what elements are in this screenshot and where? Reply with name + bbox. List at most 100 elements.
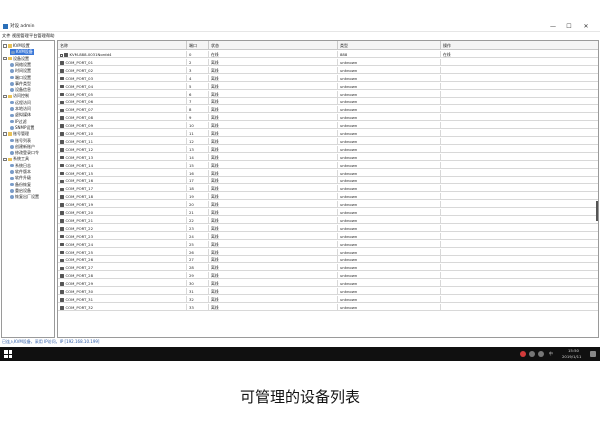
- table-row[interactable]: COM_PORT_10 11 离线 unknown: [58, 130, 598, 137]
- cell-text: unknown: [340, 99, 358, 105]
- table-row[interactable]: COM_PORT_16 17 离线 unknown: [58, 177, 598, 185]
- table-row[interactable]: COM_PORT_02 3 离线 unknown: [58, 66, 598, 74]
- table-row[interactable]: COM_PORT_31 32 离线 unknown: [58, 295, 598, 303]
- cell-text: unknown: [340, 217, 358, 223]
- tree-item[interactable]: 系统日志: [10, 163, 31, 169]
- cell-status: 离线: [209, 122, 338, 130]
- cell-name: COM_PORT_22: [58, 224, 187, 232]
- column-header-type[interactable]: 类型: [338, 41, 441, 50]
- tree-item[interactable]: IP过滤: [10, 119, 27, 125]
- cell-text: 6: [189, 91, 192, 97]
- device-table: 名称 端口 状态 类型 操作 KVM-888-0031Nordd4 0 在线 888 在…: [57, 40, 599, 338]
- tree-item[interactable]: 访问控制: [8, 93, 29, 99]
- cell-type: unknown: [338, 130, 441, 137]
- tree-expander-icon[interactable]: [3, 44, 7, 48]
- vertical-scrollbar[interactable]: [596, 201, 598, 221]
- table-row[interactable]: COM_PORT_03 4 离线 unknown: [58, 74, 598, 82]
- tree-expander-icon[interactable]: [3, 132, 7, 136]
- tree-item[interactable]: SNMP设置: [10, 125, 34, 131]
- tray-alert-icon[interactable]: [520, 351, 526, 357]
- column-header-port[interactable]: 端口: [187, 41, 209, 50]
- table-row[interactable]: COM_PORT_27 28 离线 unknown: [58, 264, 598, 272]
- table-row[interactable]: COM_PORT_23 24 离线 unknown: [58, 232, 598, 240]
- tree-expander-icon[interactable]: [3, 157, 7, 162]
- table-row[interactable]: COM_PORT_29 30 离线 unknown: [58, 280, 598, 288]
- device-icon: [60, 61, 64, 65]
- notification-icon[interactable]: [590, 351, 596, 357]
- network-icon[interactable]: [529, 351, 535, 357]
- table-row[interactable]: COM_PORT_05 6 离线 unknown: [58, 90, 598, 98]
- table-row[interactable]: COM_PORT_17 18 离线 unknown: [58, 185, 598, 193]
- tree-item[interactable]: 账号列表: [10, 138, 31, 144]
- table-row[interactable]: COM_PORT_28 29 离线 unknown: [58, 272, 598, 280]
- cell-status: 在线: [209, 51, 338, 58]
- table-row[interactable]: COM_PORT_09 10 离线 unknown: [58, 122, 598, 130]
- cell-status: 离线: [209, 264, 338, 272]
- table-row[interactable]: COM_PORT_08 9 离线 unknown: [58, 114, 598, 122]
- tree-item[interactable]: 设备设置: [8, 56, 29, 62]
- table-row[interactable]: COM_PORT_18 19 离线 unknown: [58, 193, 598, 201]
- table-row[interactable]: KVM-888-0031Nordd4 0 在线 888 在线: [58, 51, 598, 58]
- row-checkbox[interactable]: [60, 53, 63, 57]
- table-row[interactable]: COM_PORT_11 12 离线 unknown: [58, 137, 598, 145]
- cell-action: [441, 154, 598, 161]
- table-row[interactable]: COM_PORT_24 25 离线 unknown: [58, 240, 598, 248]
- table-row[interactable]: COM_PORT_15 16 离线 unknown: [58, 169, 598, 177]
- cell-text: unknown: [340, 249, 358, 255]
- folder-icon: [8, 132, 12, 136]
- tree-item[interactable]: 时间设置: [10, 68, 31, 74]
- tree-item[interactable]: 恢复出厂设置: [10, 194, 39, 200]
- input-language[interactable]: 中: [549, 350, 553, 358]
- column-header-status[interactable]: 状态: [209, 41, 338, 50]
- volume-icon[interactable]: [538, 351, 544, 357]
- table-row[interactable]: COM_PORT_32 33 离线 unknown: [58, 303, 598, 311]
- clock-date[interactable]: 2019/1/11: [562, 353, 581, 360]
- menu-file[interactable]: 文件: [2, 32, 10, 39]
- tree-item[interactable]: 重启设备: [10, 188, 31, 194]
- cell-text: 离线: [211, 162, 219, 168]
- cell-status: 离线: [209, 216, 338, 224]
- table-row[interactable]: COM_PORT_13 14 离线 unknown: [58, 153, 598, 161]
- column-header-name[interactable]: 名称: [58, 41, 187, 50]
- menu-platform[interactable]: 平台管理: [29, 32, 46, 39]
- tree-item[interactable]: 账号管理: [8, 131, 29, 137]
- tree-item[interactable]: 网络设置: [10, 62, 31, 68]
- tree-item[interactable]: 软件升级: [10, 175, 31, 181]
- table-row[interactable]: COM_PORT_06 7 离线 unknown: [58, 98, 598, 106]
- table-row[interactable]: COM_PORT_21 22 离线 unknown: [58, 216, 598, 224]
- tree-item[interactable]: 端口设置: [10, 75, 31, 81]
- maximize-button[interactable]: ☐: [562, 22, 576, 32]
- table-row[interactable]: COM_PORT_01 2 离线 unknown: [58, 58, 598, 66]
- tree-item[interactable]: 远程访问: [10, 100, 31, 106]
- gear-icon: [10, 107, 14, 111]
- tree-item[interactable]: KVM设备: [10, 49, 34, 56]
- tree-item[interactable]: 事件类型: [10, 81, 31, 87]
- menu-view[interactable]: 视图管理: [12, 32, 29, 39]
- tree-item[interactable]: 创建新账户: [10, 144, 35, 150]
- table-row[interactable]: COM_PORT_26 27 离线 unknown: [58, 256, 598, 264]
- tree-expander-icon[interactable]: [3, 94, 7, 99]
- cell-type: unknown: [338, 137, 441, 145]
- close-button[interactable]: ✕: [579, 22, 593, 32]
- tree-expander-icon[interactable]: [3, 56, 7, 61]
- table-row[interactable]: COM_PORT_04 5 离线 unknown: [58, 82, 598, 90]
- menu-help[interactable]: 帮助: [46, 32, 54, 39]
- column-header-action[interactable]: 操作: [441, 41, 598, 50]
- cell-name: COM_PORT_01: [58, 58, 187, 66]
- cell-text: 离线: [211, 91, 219, 97]
- tree-item[interactable]: 系统工具: [8, 156, 29, 162]
- table-row[interactable]: COM_PORT_12 13 离线 unknown: [58, 145, 598, 153]
- cell-text: unknown: [340, 83, 358, 89]
- tree-item[interactable]: 备份恢复: [10, 182, 31, 188]
- minimize-button[interactable]: —: [546, 22, 560, 32]
- table-row[interactable]: COM_PORT_07 8 离线 unknown: [58, 106, 598, 114]
- table-row[interactable]: COM_PORT_30 31 离线 unknown: [58, 288, 598, 295]
- tree-item[interactable]: 虚拟媒体: [10, 112, 31, 118]
- table-row[interactable]: COM_PORT_19 20 离线 unknown: [58, 201, 598, 209]
- cell-text: unknown: [340, 257, 358, 263]
- table-row[interactable]: COM_PORT_25 26 离线 unknown: [58, 248, 598, 256]
- table-row[interactable]: COM_PORT_20 21 离线 unknown: [58, 209, 598, 216]
- table-row[interactable]: COM_PORT_22 23 离线 unknown: [58, 224, 598, 232]
- windows-start-icon[interactable]: [4, 350, 12, 358]
- table-row[interactable]: COM_PORT_14 15 离线 unknown: [58, 161, 598, 169]
